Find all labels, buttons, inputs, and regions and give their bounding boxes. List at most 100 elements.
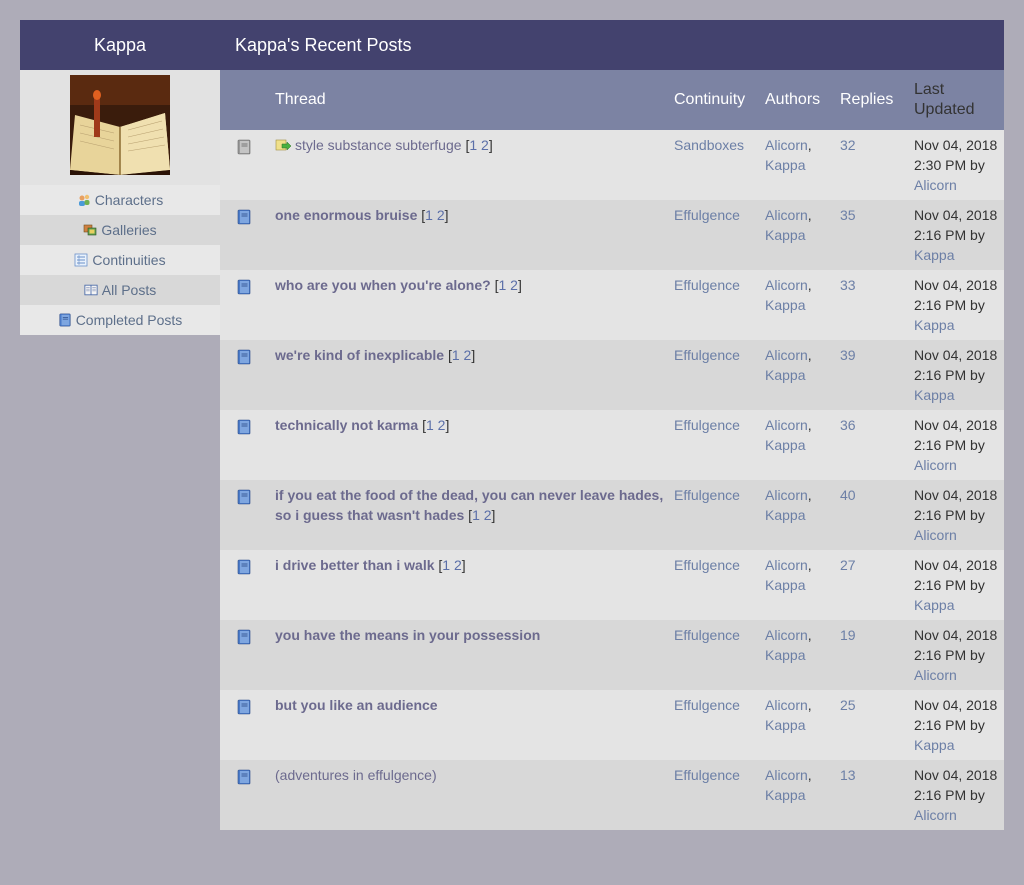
updated-time: 2:16 PM by	[914, 577, 985, 593]
replies-cell: 33	[835, 270, 909, 340]
thread-link[interactable]: you have the means in your possession	[275, 627, 540, 643]
updated-time: 2:16 PM by	[914, 227, 985, 243]
author-link[interactable]: Kappa	[765, 577, 805, 593]
page-link[interactable]: 1	[498, 277, 506, 293]
status-cell	[220, 620, 270, 690]
page-link[interactable]: 1	[452, 347, 460, 363]
author-link[interactable]: Alicorn	[765, 347, 808, 363]
updated-by-link[interactable]: Kappa	[914, 387, 954, 403]
thread-link[interactable]: (adventures in effulgence)	[275, 767, 437, 783]
continuity-link[interactable]: Effulgence	[674, 487, 740, 503]
thread-link[interactable]: but you like an audience	[275, 697, 438, 713]
author-link[interactable]: Kappa	[765, 227, 805, 243]
replies-link[interactable]: 13	[840, 767, 856, 783]
table-header-row: Thread Continuity Authors Replies Last Up…	[220, 70, 1004, 130]
authors-cell: Alicorn, Kappa	[760, 620, 835, 690]
continuity-link[interactable]: Effulgence	[674, 627, 740, 643]
page-link[interactable]: 2	[510, 277, 518, 293]
book-icon	[237, 559, 251, 575]
replies-link[interactable]: 39	[840, 347, 856, 363]
thread-link[interactable]: i drive better than i walk	[275, 557, 435, 573]
replies-link[interactable]: 32	[840, 137, 856, 153]
thread-cell: who are you when you're alone? [1 2]	[270, 270, 669, 340]
thread-link[interactable]: one enormous bruise	[275, 207, 417, 223]
sidebar: Kappa Characters Galleries Continuities …	[20, 20, 220, 335]
updated-by-link[interactable]: Kappa	[914, 317, 954, 333]
updated-date: Nov 04, 2018	[914, 347, 998, 363]
updated-time: 2:16 PM by	[914, 437, 985, 453]
replies-link[interactable]: 40	[840, 487, 856, 503]
author-link[interactable]: Kappa	[765, 437, 805, 453]
page-link[interactable]: 1	[472, 507, 480, 523]
page-link[interactable]: 2	[437, 207, 445, 223]
author-link[interactable]: Kappa	[765, 787, 805, 803]
sidebar-item-completed-posts[interactable]: Completed Posts	[20, 305, 220, 335]
user-name: Kappa	[20, 20, 220, 70]
updated-by-link[interactable]: Alicorn	[914, 667, 957, 683]
updated-by-link[interactable]: Alicorn	[914, 457, 957, 473]
author-link[interactable]: Alicorn	[765, 697, 808, 713]
column-header-authors: Authors	[765, 91, 821, 108]
updated-time: 2:16 PM by	[914, 367, 985, 383]
sidebar-item-characters[interactable]: Characters	[20, 185, 220, 215]
continuity-cell: Effulgence	[669, 410, 760, 480]
author-separator: ,	[807, 137, 812, 153]
updated-by-link[interactable]: Alicorn	[914, 177, 957, 193]
author-link[interactable]: Alicorn	[765, 557, 808, 573]
unread-arrow-icon[interactable]	[275, 138, 292, 152]
continuity-link[interactable]: Effulgence	[674, 277, 740, 293]
updated-by-link[interactable]: Alicorn	[914, 807, 957, 823]
thread-link[interactable]: who are you when you're alone?	[275, 277, 491, 293]
author-link[interactable]: Kappa	[765, 647, 805, 663]
author-separator: ,	[807, 697, 812, 713]
sidebar-item-galleries[interactable]: Galleries	[20, 215, 220, 245]
avatar[interactable]	[70, 75, 170, 175]
author-link[interactable]: Alicorn	[765, 487, 808, 503]
continuity-link[interactable]: Sandboxes	[674, 137, 744, 153]
continuities-icon	[75, 253, 88, 267]
replies-link[interactable]: 27	[840, 557, 856, 573]
page-link[interactable]: 2	[481, 137, 489, 153]
posts-table: Thread Continuity Authors Replies Last Up…	[220, 70, 1004, 830]
author-link[interactable]: Kappa	[765, 507, 805, 523]
author-link[interactable]: Kappa	[765, 367, 805, 383]
author-link[interactable]: Alicorn	[765, 417, 808, 433]
author-link[interactable]: Alicorn	[765, 767, 808, 783]
page-link[interactable]: 2	[484, 507, 492, 523]
updated-by-link[interactable]: Alicorn	[914, 527, 957, 543]
page-link[interactable]: 1	[425, 207, 433, 223]
page-link[interactable]: 2	[454, 557, 462, 573]
continuity-link[interactable]: Effulgence	[674, 697, 740, 713]
page-link[interactable]: 1	[426, 417, 434, 433]
author-link[interactable]: Kappa	[765, 157, 805, 173]
sidebar-item-continuities[interactable]: Continuities	[20, 245, 220, 275]
author-link[interactable]: Kappa	[765, 297, 805, 313]
updated-by-link[interactable]: Kappa	[914, 737, 954, 753]
page-link[interactable]: 1	[469, 137, 477, 153]
thread-link[interactable]: technically not karma	[275, 417, 418, 433]
continuity-link[interactable]: Effulgence	[674, 767, 740, 783]
sidebar-item-all-posts[interactable]: All Posts	[20, 275, 220, 305]
replies-link[interactable]: 19	[840, 627, 856, 643]
author-link[interactable]: Alicorn	[765, 137, 808, 153]
thread-link[interactable]: style substance subterfuge	[295, 137, 462, 153]
page-link[interactable]: 1	[442, 557, 450, 573]
author-link[interactable]: Alicorn	[765, 277, 808, 293]
thread-link[interactable]: we're kind of inexplicable	[275, 347, 444, 363]
authors-cell: Alicorn, Kappa	[760, 200, 835, 270]
updated-by-link[interactable]: Kappa	[914, 597, 954, 613]
column-header-thread: Thread	[275, 91, 326, 108]
continuity-link[interactable]: Effulgence	[674, 417, 740, 433]
author-link[interactable]: Alicorn	[765, 627, 808, 643]
replies-link[interactable]: 25	[840, 697, 856, 713]
continuity-link[interactable]: Effulgence	[674, 207, 740, 223]
author-link[interactable]: Alicorn	[765, 207, 808, 223]
replies-link[interactable]: 36	[840, 417, 856, 433]
updated-by-link[interactable]: Kappa	[914, 247, 954, 263]
author-link[interactable]: Kappa	[765, 717, 805, 733]
replies-link[interactable]: 33	[840, 277, 856, 293]
replies-link[interactable]: 35	[840, 207, 856, 223]
continuity-link[interactable]: Effulgence	[674, 557, 740, 573]
continuity-link[interactable]: Effulgence	[674, 347, 740, 363]
continuity-cell: Effulgence	[669, 270, 760, 340]
